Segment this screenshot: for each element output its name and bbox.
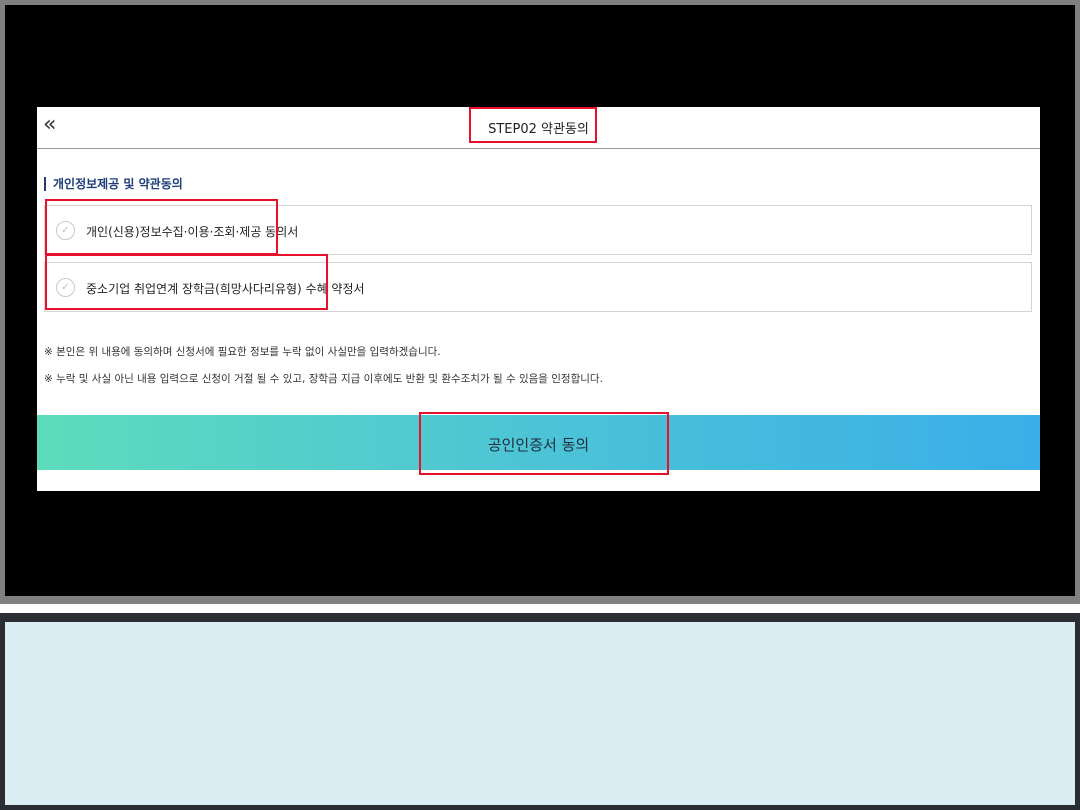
agreement-label: 중소기업 취업연계 장학금(희망사다리유형) 수혜 약정서: [86, 282, 365, 296]
terms-agreement-panel: « STEP02 약관동의 개인정보제공 및 약관동의 ✓ 개인(신용)정보수집…: [37, 107, 1040, 491]
agreement-item-personal-info[interactable]: ✓ 개인(신용)정보수집·이용·조회·제공 동의서: [44, 205, 1032, 255]
notice-text: ※ 누락 및 사실 아닌 내용 입력으로 신청이 거절 될 수 있고, 장학금 …: [44, 373, 603, 385]
agreement-item-scholarship-pledge[interactable]: ✓ 중소기업 취업연계 장학금(희망사다리유형) 수혜 약정서: [44, 262, 1032, 312]
agreement-label: 개인(신용)정보수집·이용·조회·제공 동의서: [86, 225, 299, 239]
certificate-agree-button[interactable]: 공인인증서 동의: [37, 415, 1040, 470]
empty-lower-panel: [5, 622, 1075, 805]
check-circle-icon[interactable]: ✓: [56, 278, 75, 297]
section-title: 개인정보제공 및 약관동의: [44, 177, 183, 191]
page-title: STEP02 약관동의: [488, 122, 589, 137]
check-circle-icon[interactable]: ✓: [56, 221, 75, 240]
notice-text: ※ 본인은 위 내용에 동의하며 신청서에 필요한 정보를 누락 없이 사실만을…: [44, 346, 441, 358]
page-header: « STEP02 약관동의: [37, 107, 1040, 149]
certificate-agree-label: 공인인증서 동의: [487, 436, 590, 454]
